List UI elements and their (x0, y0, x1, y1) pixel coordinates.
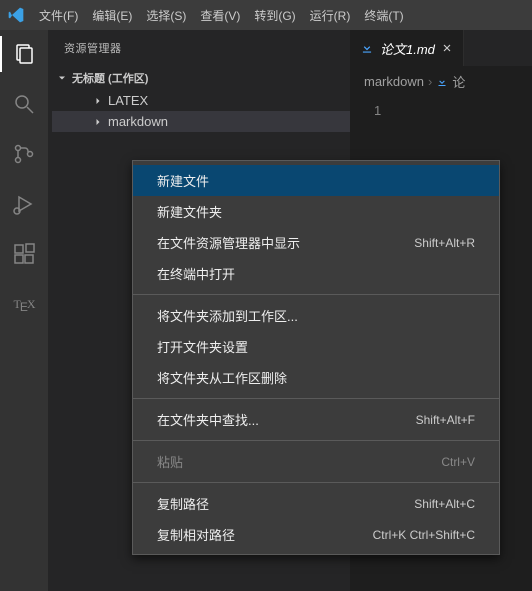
context-menu-item: 粘贴 Ctrl+V (133, 446, 499, 477)
menu-run[interactable]: 运行(R) (303, 3, 358, 28)
search-icon[interactable] (10, 90, 38, 118)
context-menu-label: 打开文件夹设置 (157, 337, 248, 356)
sidebar-title: 资源管理器 (48, 30, 350, 66)
context-menu-label: 将文件夹从工作区删除 (157, 368, 287, 387)
breadcrumb-segment[interactable]: markdown (364, 74, 424, 89)
context-menu-label: 新建文件 (157, 171, 209, 190)
context-menu-label: 在终端中打开 (157, 264, 235, 283)
titlebar: 文件(F) 编辑(E) 选择(S) 查看(V) 转到(G) 运行(R) 终端(T… (0, 0, 532, 30)
workspace-label: 无标题 (工作区) (72, 70, 148, 86)
tree-item-latex[interactable]: LATEX (52, 90, 350, 111)
source-control-icon[interactable] (10, 140, 38, 168)
explorer-icon[interactable] (10, 40, 38, 68)
context-menu[interactable]: 新建文件新建文件夹在文件资源管理器中显示 Shift+Alt+R 在终端中打开将文件… (132, 160, 500, 555)
menu-file[interactable]: 文件(F) (32, 3, 85, 28)
context-menu-label: 新建文件夹 (157, 202, 222, 221)
context-menu-item[interactable]: 在文件夹中查找... Shift+Alt+F (133, 404, 499, 435)
workspace-header[interactable]: 无标题 (工作区) (48, 66, 350, 90)
context-menu-shortcut: Ctrl+K Ctrl+Shift+C (373, 528, 475, 542)
tree-item-label: markdown (108, 114, 168, 129)
context-menu-separator (133, 440, 499, 441)
context-menu-item[interactable]: 将文件夹从工作区删除 (133, 362, 499, 393)
menu-view[interactable]: 查看(V) (193, 3, 247, 28)
context-menu-label: 复制相对路径 (157, 525, 235, 544)
download-icon (360, 41, 374, 55)
line-number: 1 (374, 103, 381, 118)
menu-select[interactable]: 选择(S) (139, 3, 193, 28)
debug-icon[interactable] (10, 190, 38, 218)
context-menu-shortcut: Shift+Alt+C (414, 497, 475, 511)
context-menu-label: 复制路径 (157, 494, 209, 513)
context-menu-separator (133, 482, 499, 483)
download-icon (436, 76, 448, 88)
context-menu-label: 在文件夹中查找... (157, 410, 259, 429)
context-menu-separator (133, 294, 499, 295)
close-icon[interactable] (441, 42, 453, 54)
chevron-right-icon: › (428, 74, 432, 89)
tab-active[interactable]: 论文1.md (350, 30, 464, 66)
editor-gutter: 1 (350, 97, 532, 119)
vscode-logo-icon (8, 7, 24, 23)
activity-bar: TEX (0, 30, 48, 591)
menubar: 文件(F) 编辑(E) 选择(S) 查看(V) 转到(G) 运行(R) 终端(T… (32, 3, 411, 28)
context-menu-item[interactable]: 新建文件夹 (133, 196, 499, 227)
tree-item-markdown[interactable]: markdown (52, 111, 350, 132)
tab-label: 论文1.md (380, 39, 435, 58)
context-menu-shortcut: Shift+Alt+R (414, 236, 475, 250)
menu-terminal[interactable]: 终端(T) (357, 3, 410, 28)
context-menu-item[interactable]: 打开文件夹设置 (133, 331, 499, 362)
context-menu-label: 粘贴 (157, 452, 183, 471)
menu-edit[interactable]: 编辑(E) (85, 3, 139, 28)
context-menu-item[interactable]: 在文件资源管理器中显示 Shift+Alt+R (133, 227, 499, 258)
tree-item-label: LATEX (108, 93, 148, 108)
breadcrumbs[interactable]: markdown › 论 (350, 66, 532, 97)
context-menu-shortcut: Ctrl+V (441, 455, 475, 469)
breadcrumb-segment[interactable]: 论 (452, 72, 465, 91)
chevron-right-icon (92, 116, 102, 128)
editor-tabs: 论文1.md (350, 30, 532, 66)
context-menu-shortcut: Shift+Alt+F (416, 413, 475, 427)
context-menu-item[interactable]: 将文件夹添加到工作区... (133, 300, 499, 331)
context-menu-label: 将文件夹添加到工作区... (157, 306, 298, 325)
tex-icon[interactable]: TEX (10, 290, 38, 318)
chevron-right-icon (92, 95, 102, 107)
file-tree: LATEX markdown (48, 90, 350, 132)
context-menu-item[interactable]: 复制路径 Shift+Alt+C (133, 488, 499, 519)
context-menu-label: 在文件资源管理器中显示 (157, 233, 300, 252)
context-menu-item[interactable]: 新建文件 (133, 165, 499, 196)
chevron-down-icon (56, 72, 68, 84)
context-menu-separator (133, 398, 499, 399)
context-menu-item[interactable]: 复制相对路径 Ctrl+K Ctrl+Shift+C (133, 519, 499, 550)
menu-goto[interactable]: 转到(G) (247, 3, 302, 28)
extensions-icon[interactable] (10, 240, 38, 268)
context-menu-item[interactable]: 在终端中打开 (133, 258, 499, 289)
